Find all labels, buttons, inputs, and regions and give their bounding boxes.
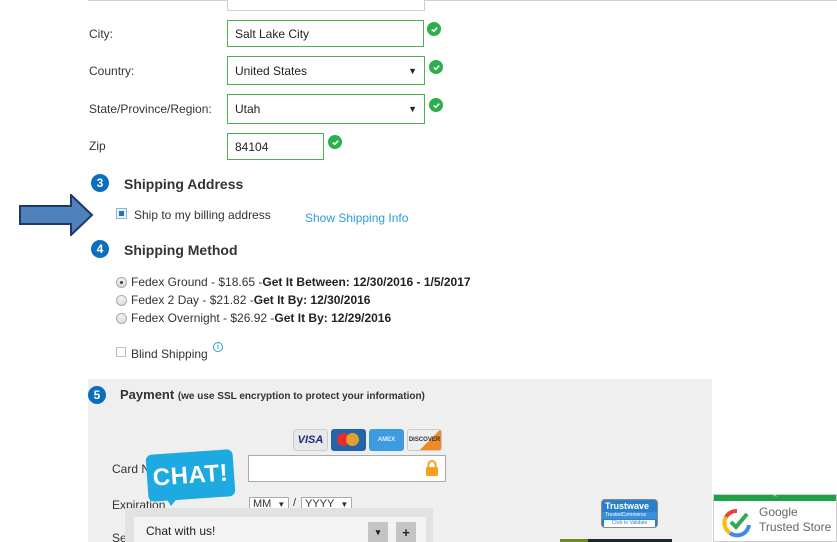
city-label: City: xyxy=(89,27,113,41)
trustwave-badge[interactable]: Trustwave TrustedCommerce Click to Valid… xyxy=(601,499,658,528)
card-number-label: Card N xyxy=(112,462,151,476)
discover-logo-icon: DISCOVER xyxy=(407,429,442,451)
card-number-input[interactable] xyxy=(248,455,446,482)
payment-title-text: Payment xyxy=(120,387,175,402)
city-valid-check-icon xyxy=(427,22,441,36)
address-field-partial[interactable] xyxy=(227,0,425,11)
amex-logo-icon: AMEX xyxy=(369,429,404,451)
chat-header-text: Chat with us! xyxy=(146,524,216,538)
lock-icon xyxy=(426,460,438,476)
gts-line1: Google xyxy=(759,505,798,519)
step-3-badge: 3 xyxy=(91,174,109,192)
chat-bubble-button[interactable]: CHAT! xyxy=(145,449,236,502)
annotation-arrow-icon xyxy=(19,194,94,236)
trustwave-title: Trustwave xyxy=(605,501,650,511)
zip-value: 84104 xyxy=(235,139,269,154)
zip-label: Zip xyxy=(89,139,106,153)
shipping-address-title: Shipping Address xyxy=(124,176,244,192)
chevron-down-icon: ▼ xyxy=(408,65,417,76)
gts-line2: Trusted Store xyxy=(759,520,832,534)
country-label: Country: xyxy=(89,64,135,78)
radio-button[interactable] xyxy=(116,294,127,306)
step-4-badge: 4 xyxy=(91,240,109,258)
option-name: Fedex Overnight - $26.92 - xyxy=(131,311,275,325)
ship-to-billing-label: Ship to my billing address xyxy=(134,208,271,222)
trustwave-subtitle: TrustedCommerce xyxy=(602,512,657,519)
chevron-down-icon: ▼ xyxy=(408,104,417,114)
country-valid-check-icon xyxy=(429,60,443,74)
gts-text: Google Trusted Store xyxy=(759,505,831,535)
state-label: State/Province/Region: xyxy=(89,102,212,116)
ship-to-billing-checkbox[interactable] xyxy=(116,208,127,219)
google-check-logo-icon xyxy=(722,509,751,538)
shipping-option-fedex-ground[interactable]: Fedex Ground - $18.65 - Get It Between: … xyxy=(116,275,471,289)
radio-button[interactable] xyxy=(116,276,127,288)
info-icon[interactable]: i xyxy=(213,342,223,352)
payment-subtitle: (we use SSL encryption to protect your i… xyxy=(177,391,425,402)
payment-title: Payment (we use SSL encryption to protec… xyxy=(120,387,425,402)
shipping-option-fedex-2day[interactable]: Fedex 2 Day - $21.82 - Get It By: 12/30/… xyxy=(116,293,370,307)
country-value: United States xyxy=(235,63,308,78)
gts-toggle[interactable]: ^ xyxy=(714,494,836,501)
chat-expand-button[interactable]: + xyxy=(396,522,416,542)
mastercard-logo-icon xyxy=(331,429,366,451)
blind-shipping-label: Blind Shipping xyxy=(131,347,208,361)
zip-input[interactable]: 84104 xyxy=(227,133,324,160)
city-value: Salt Lake City xyxy=(235,26,310,41)
state-valid-check-icon xyxy=(429,98,443,112)
blind-shipping-checkbox[interactable] xyxy=(116,347,126,357)
shipping-method-title: Shipping Method xyxy=(124,242,238,258)
option-delivery: Get It Between: 12/30/2016 - 1/5/2017 xyxy=(262,275,471,289)
state-select[interactable]: Utah ▼ xyxy=(227,94,425,124)
option-delivery: Get It By: 12/29/2016 xyxy=(274,311,392,325)
card-logos: VISA AMEX DISCOVER xyxy=(293,429,442,451)
country-select[interactable]: United States ▼ xyxy=(227,56,425,85)
option-delivery: Get It By: 12/30/2016 xyxy=(253,293,371,307)
google-trusted-store-badge[interactable]: ^ Google Trusted Store xyxy=(713,494,837,542)
shipping-option-fedex-overnight[interactable]: Fedex Overnight - $26.92 - Get It By: 12… xyxy=(116,311,391,325)
option-name: Fedex Ground - $18.65 - xyxy=(131,275,263,289)
radio-button[interactable] xyxy=(116,312,127,324)
chat-minimize-button[interactable]: ▾ xyxy=(368,522,388,542)
city-input[interactable]: Salt Lake City xyxy=(227,20,424,47)
trustwave-cta: Click to Validate xyxy=(604,520,655,527)
zip-valid-check-icon xyxy=(328,135,342,149)
top-divider xyxy=(88,0,837,1)
show-shipping-info-link[interactable]: Show Shipping Info xyxy=(305,211,408,225)
step-5-badge: 5 xyxy=(88,386,106,404)
visa-logo-icon: VISA xyxy=(293,429,328,451)
state-value: Utah xyxy=(235,102,261,116)
option-name: Fedex 2 Day - $21.82 - xyxy=(131,293,254,307)
